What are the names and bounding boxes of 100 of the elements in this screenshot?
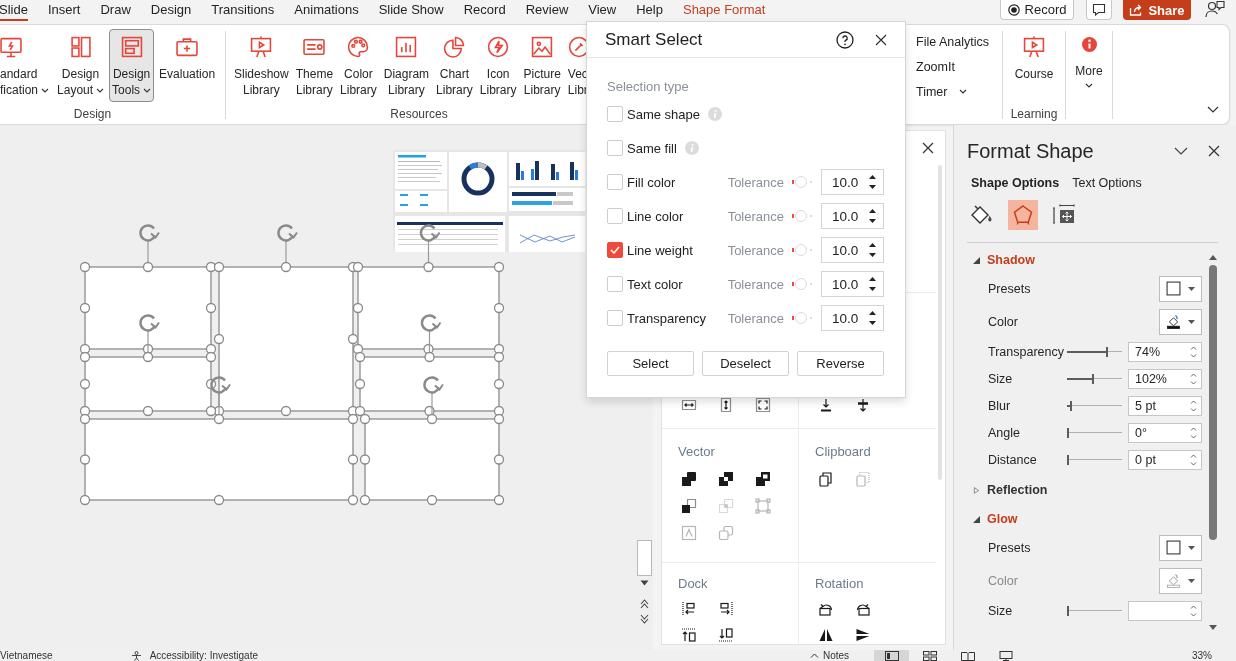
squares-with-gap-icon[interactable] xyxy=(718,471,734,487)
ribbon-tab[interactable]: Transitions xyxy=(211,0,275,21)
help-icon[interactable] xyxy=(836,30,854,49)
spin-field[interactable]: 10.0 xyxy=(821,169,884,195)
person-chat-icon[interactable] xyxy=(1205,0,1225,18)
checkbox[interactable] xyxy=(607,276,623,292)
ribbon-tab[interactable]: Insert xyxy=(47,0,81,21)
stacked-triangles-icon[interactable] xyxy=(855,627,871,643)
ribbon-button[interactable]: Picture Library xyxy=(520,29,564,102)
spin-field[interactable]: 5 pt xyxy=(1128,395,1202,416)
language-status[interactable]: Vietnamese xyxy=(0,650,53,661)
double-up-arrow-icon[interactable] xyxy=(640,599,649,609)
spin-field[interactable]: 10.0 xyxy=(821,237,884,263)
option-label[interactable]: Text color xyxy=(627,276,683,292)
up-arrow-line-icon[interactable] xyxy=(681,627,697,643)
ribbon-tab[interactable]: Record xyxy=(463,0,506,21)
ribbon-button[interactable]: Evaluation xyxy=(156,29,219,102)
ribbon-button[interactable]: Design Tools xyxy=(109,29,155,102)
ribbon-button[interactable]: Icon Library xyxy=(476,29,520,102)
ribbon-button[interactable]: Chart Library xyxy=(433,29,476,102)
checkbox[interactable] xyxy=(607,310,623,326)
slider[interactable] xyxy=(1067,345,1122,358)
option-label[interactable]: Line color xyxy=(627,208,684,224)
chevron-down-icon[interactable] xyxy=(1174,147,1188,155)
dialog-button[interactable]: Deselect xyxy=(702,351,789,376)
ribbon-button[interactable]: More xyxy=(1072,29,1106,102)
selected-shape[interactable] xyxy=(354,330,505,417)
ribbon-button[interactable]: Color Library xyxy=(337,29,380,102)
spin-arrows-icon[interactable] xyxy=(868,242,877,258)
spin-field[interactable]: 0° xyxy=(1128,422,1202,443)
right-arrow-line-icon[interactable] xyxy=(718,601,734,617)
ribbon-tab[interactable]: Slide Show xyxy=(378,0,444,21)
ribbon-button[interactable]: Course xyxy=(1011,29,1057,102)
close-icon[interactable] xyxy=(875,33,887,46)
comments-button[interactable] xyxy=(1086,0,1112,20)
record-button[interactable]: Record xyxy=(1000,0,1074,20)
view-button[interactable] xyxy=(874,650,910,661)
accessibility-status[interactable]: Accessibility: Investigate xyxy=(149,650,259,661)
accessibility-icon[interactable] xyxy=(130,650,142,661)
rotate-handle-icon[interactable] xyxy=(139,314,160,332)
selected-shape[interactable] xyxy=(79,240,217,355)
ribbon-tab[interactable]: Review xyxy=(525,0,569,21)
close-icon[interactable] xyxy=(1208,145,1220,157)
ribbon-button[interactable]: ZoomIt xyxy=(916,54,955,79)
slider[interactable] xyxy=(1067,372,1122,385)
scrollbar-thumb[interactable] xyxy=(1209,265,1217,540)
dialog-button[interactable]: Reverse xyxy=(797,351,884,376)
rotate-handle-icon[interactable] xyxy=(210,376,231,394)
ribbon-button[interactable]: Design Layout xyxy=(54,29,108,102)
option-label[interactable]: Same fill xyxy=(627,140,677,156)
spin-field[interactable]: 10.0 xyxy=(821,271,884,297)
down-arrow-bar-icon[interactable] xyxy=(818,397,834,413)
ribbon-tab[interactable]: View xyxy=(588,0,617,21)
spin-arrows-icon[interactable] xyxy=(868,310,877,326)
corner-brackets-icon[interactable] xyxy=(755,397,771,413)
color-dropdown[interactable] xyxy=(1159,567,1202,594)
checkbox[interactable] xyxy=(607,106,623,122)
ribbon-tab[interactable]: Animations xyxy=(294,0,359,21)
scroll-up-icon[interactable] xyxy=(1209,255,1217,260)
selected-shape[interactable] xyxy=(79,330,217,417)
filled-squares-icon[interactable] xyxy=(681,471,697,487)
option-label[interactable]: Fill color xyxy=(627,174,676,190)
square-dashed-square-icon[interactable] xyxy=(681,498,697,514)
share-button[interactable]: Share xyxy=(1123,0,1191,20)
preset-dropdown[interactable] xyxy=(1159,534,1202,561)
slider[interactable] xyxy=(1067,399,1122,412)
section-header[interactable]: Glow xyxy=(967,507,1204,531)
options-tab[interactable]: Shape Options xyxy=(971,176,1060,190)
ribbon-button[interactable]: Theme Library xyxy=(292,29,337,102)
option-label[interactable]: Same shape xyxy=(627,106,700,122)
slider[interactable] xyxy=(1067,604,1122,617)
preset-dropdown[interactable] xyxy=(1159,275,1202,302)
horizontal-arrow-box-icon[interactable] xyxy=(681,397,697,413)
checkbox[interactable] xyxy=(607,208,623,224)
checkbox[interactable] xyxy=(607,174,623,190)
rotate-handle-icon[interactable] xyxy=(423,376,444,394)
slider[interactable] xyxy=(1067,426,1122,439)
spin-field[interactable] xyxy=(1128,600,1202,621)
slider-thumb[interactable] xyxy=(1106,346,1109,357)
ribbon-tab[interactable]: Help xyxy=(636,0,663,21)
options-tab[interactable]: Text Options xyxy=(1072,176,1142,190)
option-label[interactable]: Transparency xyxy=(627,310,706,326)
copy-icon[interactable] xyxy=(818,471,834,487)
ribbon-button[interactable]: File Analytics xyxy=(916,29,989,54)
scroll-down-icon[interactable] xyxy=(1209,625,1217,630)
section-header[interactable]: Reflection xyxy=(967,478,1204,502)
close-icon[interactable] xyxy=(922,142,934,154)
arrow-through-bar-icon[interactable] xyxy=(855,397,871,413)
section-header[interactable]: Shadow xyxy=(967,248,1204,272)
ribbon-tab[interactable]: Slide xyxy=(0,0,28,21)
slider[interactable] xyxy=(1067,453,1122,466)
down-arrow-line-icon[interactable] xyxy=(718,627,734,643)
spin-field[interactable]: 0 pt xyxy=(1128,449,1202,470)
spin-arrows-icon[interactable] xyxy=(868,174,877,190)
spin-arrows-icon[interactable] xyxy=(868,276,877,292)
spin-field[interactable]: 74% xyxy=(1128,341,1202,362)
checkbox[interactable] xyxy=(607,140,623,156)
double-down-arrow-icon[interactable] xyxy=(640,614,649,624)
mirrored-triangles-icon[interactable] xyxy=(818,627,834,643)
ribbon-button[interactable]: Slideshow Library xyxy=(231,29,292,102)
